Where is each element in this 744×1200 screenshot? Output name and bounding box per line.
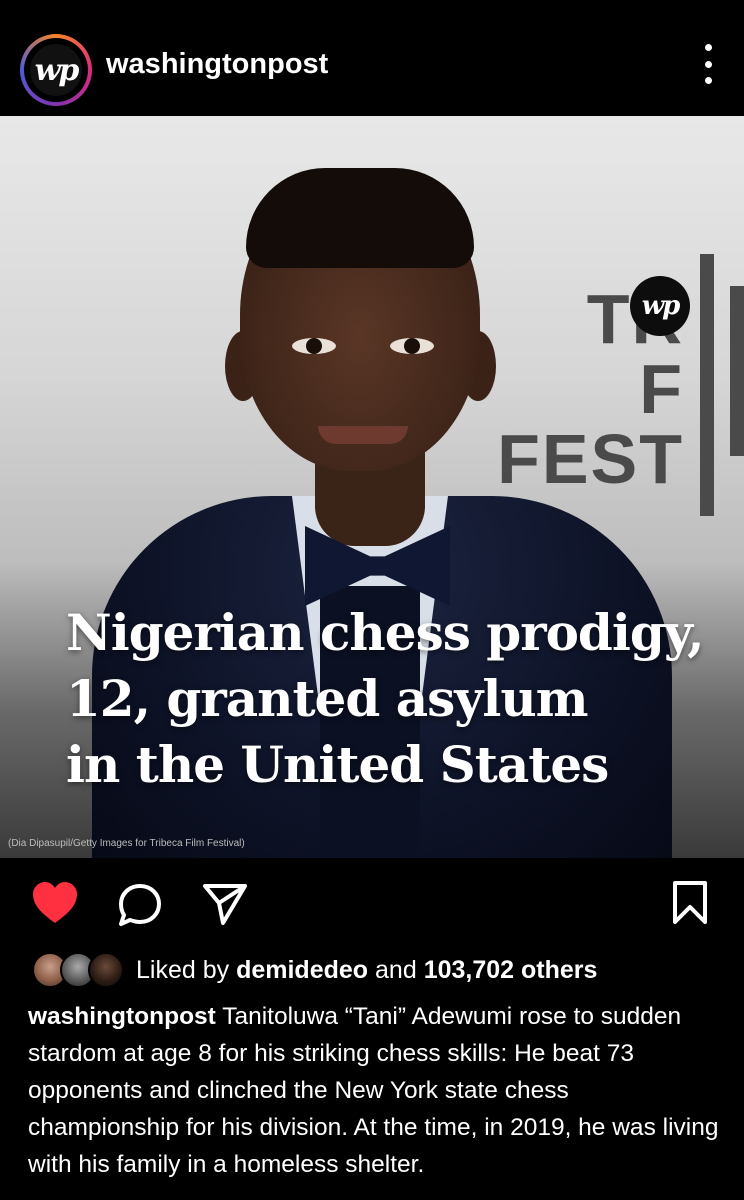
wp-logo: wp xyxy=(28,42,84,98)
post-header: wp washingtonpost xyxy=(0,0,744,116)
likes-text: Liked by demidedeo and 103,702 others xyxy=(136,956,597,985)
avatar-inner: wp xyxy=(24,38,88,102)
post-image[interactable]: TR F FEST wp Nigerian chess prodigy, 12,… xyxy=(0,116,744,858)
send-icon[interactable] xyxy=(200,880,250,928)
pupil-right xyxy=(404,338,420,354)
hair xyxy=(246,168,474,268)
liker-avatars xyxy=(32,950,124,990)
caption-username[interactable]: washingtonpost xyxy=(28,1003,216,1030)
sign-bar xyxy=(730,286,744,456)
likes-middle: and xyxy=(375,955,417,984)
headline: Nigerian chess prodigy, 12, granted asyl… xyxy=(66,603,705,794)
pupil-left xyxy=(306,338,322,354)
photo-credit: (Dia Dipasupil/Getty Images for Tribeca … xyxy=(8,838,245,849)
heart-filled-icon[interactable] xyxy=(28,878,82,928)
comment-icon[interactable] xyxy=(114,880,166,930)
likes-prefix: Liked by xyxy=(136,955,230,984)
wp-badge-logo: wp xyxy=(630,276,690,336)
mouth xyxy=(318,426,408,444)
sign-line-3: FEST xyxy=(497,420,684,498)
likes-row[interactable]: Liked by demidedeo and 103,702 others xyxy=(32,950,597,990)
action-bar xyxy=(0,858,744,948)
liker-username[interactable]: demidedeo xyxy=(236,956,368,984)
avatar[interactable]: wp xyxy=(20,34,92,106)
bookmark-icon[interactable] xyxy=(668,878,712,928)
liker-avatar xyxy=(88,952,124,988)
username[interactable]: washingtonpost xyxy=(106,48,328,81)
sign-bar xyxy=(700,254,714,516)
sign-line-2: F xyxy=(639,350,684,428)
likes-count[interactable]: 103,702 others xyxy=(424,956,598,984)
caption: washingtonpost Tanitoluwa “Tani” Adewumi… xyxy=(28,998,724,1183)
more-vertical-icon[interactable] xyxy=(698,44,718,84)
